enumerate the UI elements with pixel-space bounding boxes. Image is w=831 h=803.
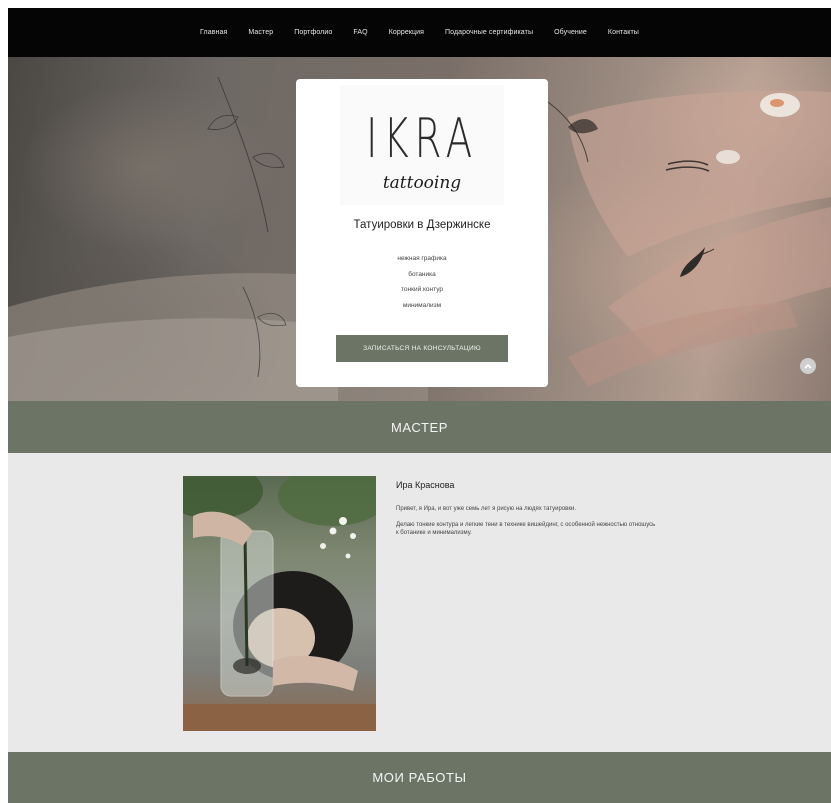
nav-item-portfolio[interactable]: Портфолио (294, 29, 332, 36)
section-header-works: МОИ РАБОТЫ (8, 752, 831, 803)
nav-item-training[interactable]: Обучение (554, 29, 587, 36)
tag-item: тонкий контур (401, 286, 443, 293)
tag-item: минимализм (402, 301, 442, 309)
master-photo-image (183, 476, 376, 731)
top-nav: Главная Мастер Портфолио FAQ Коррекция П… (8, 8, 831, 57)
logo-script: tattooing (382, 173, 462, 193)
tag-item: ботаника (408, 270, 436, 278)
nav-item-contacts[interactable]: Контакты (608, 29, 639, 36)
logo-wordmark: IKRA (365, 107, 479, 170)
master-description-text: Делаю тонкие контура и легкие тени в тех… (396, 522, 656, 536)
hero-title: Татуировки в Дзержинске (353, 219, 491, 231)
master-photo (183, 476, 376, 731)
tag-item: нежная графика (397, 255, 447, 262)
book-consultation-button[interactable]: ЗАПИСАТЬСЯ НА КОНСУЛЬТАЦИЮ (336, 335, 508, 362)
chevron-up-icon (804, 363, 812, 369)
nav-item-correction[interactable]: Коррекция (389, 29, 424, 36)
ikra-logo: IKRA tattooing (340, 85, 504, 205)
tag-list: нежная графика ботаника тонкий контур ми… (296, 251, 548, 313)
section-header-master: МАСТЕР (8, 401, 831, 453)
section-title: МОИ РАБОТЫ (372, 770, 467, 785)
scroll-to-top-button[interactable] (800, 358, 816, 374)
master-intro-text: Привет, я Ира, и вот уже семь лет я рису… (396, 506, 576, 512)
hero-section: IKRA tattooing Татуировки в Дзержинске н… (8, 57, 831, 401)
master-section: Ира Краснова Привет, я Ира, и вот уже се… (8, 453, 831, 752)
nav-item-gift-certificates[interactable]: Подарочные сертификаты (445, 29, 533, 36)
master-name: Ира Краснова (396, 480, 455, 490)
nav-item-home[interactable]: Главная (200, 29, 227, 36)
nav-item-faq[interactable]: FAQ (353, 29, 367, 36)
section-title: МАСТЕР (390, 419, 449, 435)
nav-item-master[interactable]: Мастер (248, 29, 273, 36)
hero-card: IKRA tattooing Татуировки в Дзержинске н… (296, 79, 548, 387)
page: Главная Мастер Портфолио FAQ Коррекция П… (8, 8, 831, 803)
nav-list: Главная Мастер Портфолио FAQ Коррекция П… (8, 8, 831, 57)
